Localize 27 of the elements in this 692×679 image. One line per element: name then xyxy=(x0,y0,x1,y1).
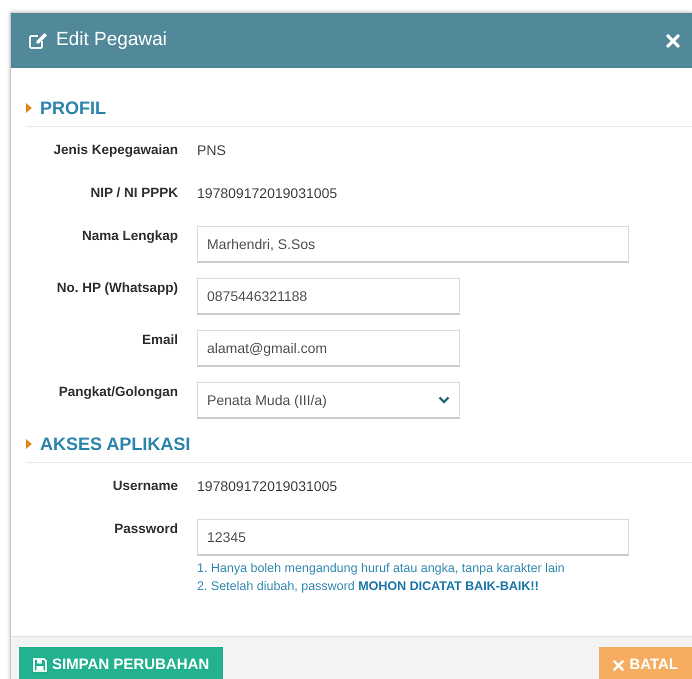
caret-icon xyxy=(26,439,32,449)
input-field[interactable]: alamat@gmail.com xyxy=(197,330,460,367)
hint-text: 1. Hanya boleh mengandung huruf atau angka, tanpa karakter lain xyxy=(197,560,566,577)
input-field[interactable]: 12345 xyxy=(197,519,629,556)
close-button[interactable] xyxy=(666,34,680,48)
field-label: Pangkat/Golongan xyxy=(58,383,178,401)
field-label: Password xyxy=(113,520,178,538)
close-icon xyxy=(613,660,624,670)
chevron-down-icon xyxy=(438,396,450,404)
caret-icon xyxy=(26,103,32,113)
dialog-title: Edit Pegawai xyxy=(56,28,167,52)
field-label: NIP / NI PPPK xyxy=(89,184,178,202)
section-heading: PROFIL xyxy=(40,97,106,120)
section-heading: AKSES APLIKASI xyxy=(40,433,190,456)
field-label: Email xyxy=(140,331,178,349)
field-value: 197809172019031005 xyxy=(197,477,338,496)
edit-icon xyxy=(29,32,48,49)
field-label: Username xyxy=(112,477,178,495)
field-label: Nama Lengkap xyxy=(80,227,178,245)
hint-text: 2. Setelah diubah, password MOHON DICATAT BAIK-BAIK!! xyxy=(197,578,540,595)
field-label: Jenis Kepegawaian xyxy=(52,141,178,159)
field-value: PNS xyxy=(197,141,226,160)
input-field[interactable]: 0875446321188 xyxy=(197,278,460,315)
input-field[interactable]: Marhendri, S.Sos xyxy=(197,226,629,263)
field-label: No. HP (Whatsapp) xyxy=(56,279,178,297)
dropdown-field[interactable]: Penata Muda (III/a) xyxy=(197,382,460,419)
field-value: 197809172019031005 xyxy=(197,184,338,203)
